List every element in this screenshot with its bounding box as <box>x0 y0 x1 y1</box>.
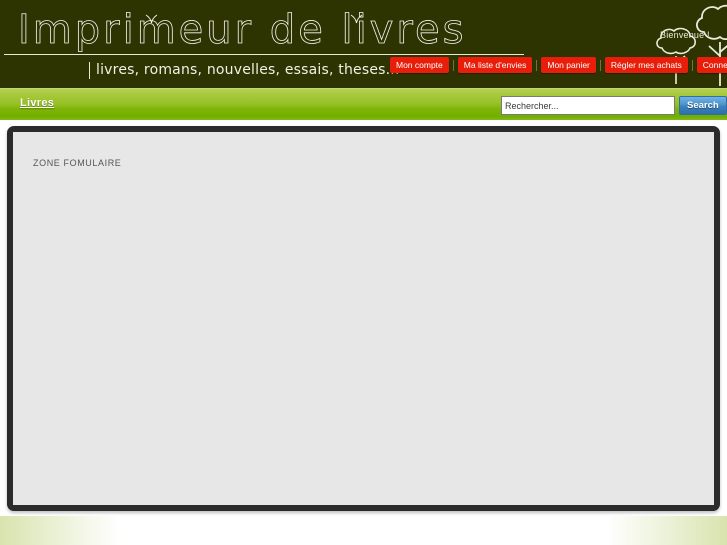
logo-underline-rule <box>4 54 524 55</box>
topnav-separator <box>452 59 454 71</box>
topnav-item-mon-compte[interactable]: Mon compte <box>390 57 449 73</box>
search-area: Search <box>501 96 727 115</box>
tree-icon <box>696 4 727 86</box>
logo-tagline-divider <box>89 62 90 79</box>
topnav-item-mon-panier[interactable]: Mon panier <box>541 57 596 73</box>
logo-tagline: livres, romans, nouvelles, essais, these… <box>96 62 400 78</box>
topnav-separator <box>691 59 693 71</box>
footer-gradient-left <box>0 516 120 545</box>
top-account-nav: Mon compte Ma liste d'envies Mon panier … <box>390 57 727 73</box>
site-header: Imprimeur de livres livres, romans, nouv… <box>0 0 727 88</box>
topnav-separator <box>536 59 538 71</box>
logo-wordmark: Imprimeur de livres <box>18 7 467 54</box>
content-frame: ZONE FOMULAIRE <box>7 126 720 511</box>
topnav-item-regler-mes-achats[interactable]: Régler mes achats <box>604 57 688 73</box>
page-root: Imprimeur de livres livres, romans, nouv… <box>0 0 727 545</box>
topnav-item-ma-liste-denvies[interactable]: Ma liste d'envies <box>457 57 533 73</box>
content-panel: ZONE FOMULAIRE <box>13 132 714 505</box>
footer-gradient-right <box>607 516 727 545</box>
nav-item-livres[interactable]: Livres <box>20 97 54 109</box>
topnav-item-connexion[interactable]: Connexion <box>696 57 727 73</box>
search-input[interactable] <box>501 96 675 115</box>
topnav-separator <box>599 59 601 71</box>
welcome-message: Bienvenue ! <box>660 30 710 40</box>
search-button[interactable]: Search <box>679 96 727 115</box>
form-zone-label: ZONE FOMULAIRE <box>33 158 122 168</box>
site-footer <box>0 516 727 545</box>
